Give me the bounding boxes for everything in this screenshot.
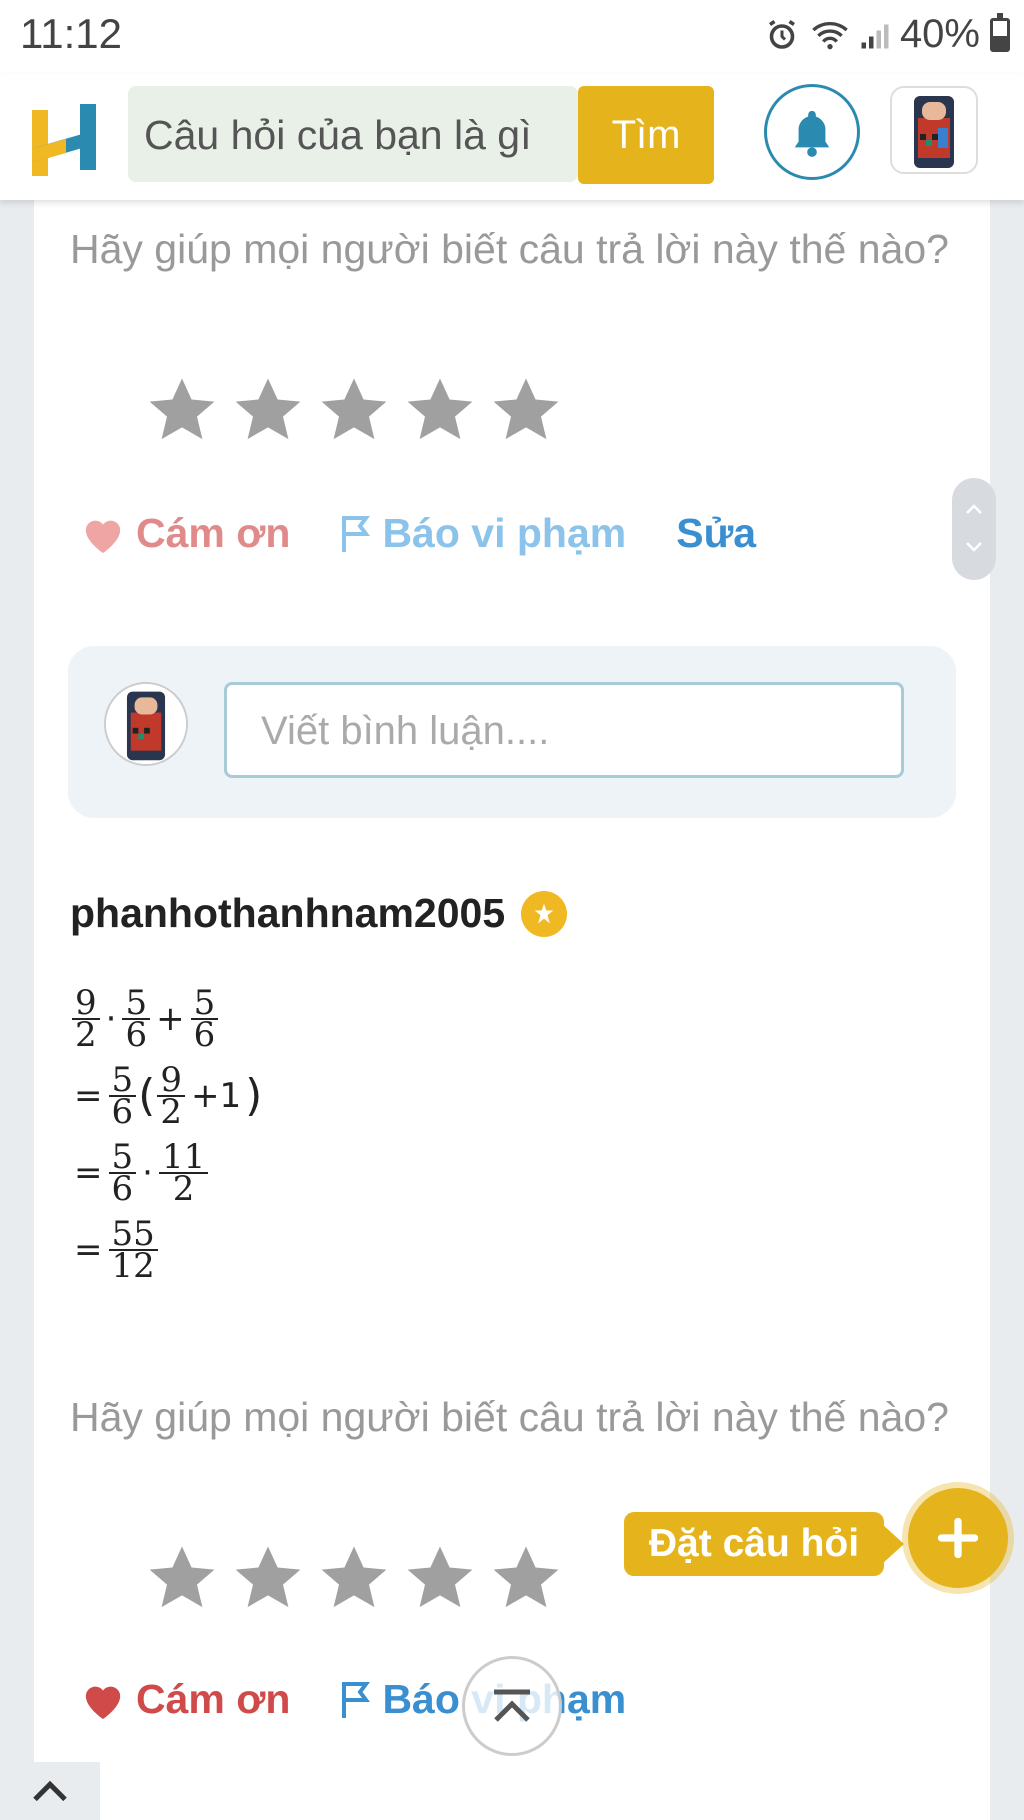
status-icons: 40%	[764, 12, 1010, 57]
answer-author[interactable]: phanhothanhnam2005	[70, 890, 568, 937]
comment-input[interactable]: Viết bình luận....	[224, 682, 904, 778]
star-icon[interactable]	[232, 374, 304, 446]
thanks-label: Cám ơn	[136, 510, 291, 556]
star-icon[interactable]	[146, 374, 218, 446]
answer-actions: Cám ơn Báo vi phạm	[80, 1676, 676, 1723]
user-avatar[interactable]	[890, 86, 978, 174]
ask-question-button[interactable]	[908, 1488, 1008, 1588]
star-icon[interactable]	[404, 374, 476, 446]
heart-icon	[85, 520, 121, 553]
edit-button[interactable]: Sửa	[676, 510, 756, 557]
rating-prompt: Hãy giúp mọi người biết câu trả lời này …	[70, 1394, 949, 1440]
thanks-button[interactable]: Cám ơn	[80, 510, 290, 557]
star-icon[interactable]	[490, 374, 562, 446]
heart-icon	[85, 1686, 121, 1719]
avatar-image-icon	[106, 684, 186, 764]
math-line-1: 92 · 56 + 56	[70, 980, 262, 1057]
status-time: 11:12	[20, 10, 122, 57]
chevron-down-icon	[966, 542, 982, 552]
comment-box: Viết bình luận....	[68, 646, 956, 818]
star-icon[interactable]	[318, 374, 390, 446]
comment-avatar	[104, 682, 188, 766]
alarm-icon	[768, 19, 795, 49]
browser-toolbar-toggle[interactable]	[0, 1762, 100, 1820]
flag-icon	[342, 1681, 371, 1718]
math-line-3: = 56 · 11 2	[70, 1134, 262, 1211]
avatar-image-icon	[892, 88, 976, 172]
status-bar: 11:12 40%	[0, 0, 1024, 74]
math-line-2: = 56 ( 92 +1 )	[74, 1059, 263, 1132]
chevron-up-icon	[966, 504, 982, 514]
ask-question-label[interactable]: Đặt câu hỏi	[624, 1512, 884, 1576]
star-icon[interactable]	[490, 1542, 562, 1614]
bell-icon	[794, 110, 830, 157]
star-icon[interactable]	[146, 1542, 218, 1614]
thanks-label: Cám ơn	[136, 1676, 291, 1722]
battery-percent: 40%	[899, 12, 980, 56]
signal-icon	[861, 24, 889, 48]
search-input[interactable]: Câu hỏi của bạn là gì	[128, 86, 578, 182]
verified-badge-icon	[521, 890, 568, 937]
answers-card: Hãy giúp mọi người biết câu trả lời này …	[34, 200, 990, 1820]
scroll-handle[interactable]	[952, 478, 996, 580]
ask-label-pointer	[882, 1524, 904, 1564]
flag-icon	[342, 515, 371, 552]
top-header: Câu hỏi của bạn là gì Tìm	[0, 74, 1024, 200]
report-label: Báo vi phạm	[382, 510, 627, 556]
author-name[interactable]: phanhothanhnam2005	[70, 890, 505, 937]
plus-icon	[937, 1517, 979, 1559]
battery-icon	[990, 12, 1010, 52]
rating-stars[interactable]	[146, 1542, 562, 1614]
rating-prompt: Hãy giúp mọi người biết câu trả lời này …	[70, 226, 949, 272]
notification-button[interactable]	[764, 84, 860, 180]
math-line-4: = 55 12	[70, 1211, 262, 1288]
scroll-to-top-button[interactable]	[462, 1656, 562, 1756]
star-icon[interactable]	[404, 1542, 476, 1614]
answer-math: 92 · 56 + 56 = 56 ( 92 +1 ) = 56 · 11 2 =…	[70, 980, 262, 1288]
chevron-up-bar-icon	[494, 1689, 530, 1722]
chevron-up-icon	[33, 1780, 67, 1802]
thanks-button[interactable]: Cám ơn	[80, 1676, 290, 1723]
star-icon[interactable]	[232, 1542, 304, 1614]
rating-stars[interactable]	[146, 374, 562, 446]
search-button[interactable]: Tìm	[578, 86, 714, 184]
hoc24-logo-icon[interactable]	[32, 104, 98, 176]
answer-actions: Cám ơn Báo vi phạm Sửa	[80, 510, 806, 557]
search-placeholder: Câu hỏi của bạn là gì	[144, 112, 532, 158]
star-icon[interactable]	[318, 1542, 390, 1614]
wifi-icon	[812, 21, 848, 49]
report-button[interactable]: Báo vi phạm	[340, 510, 626, 557]
